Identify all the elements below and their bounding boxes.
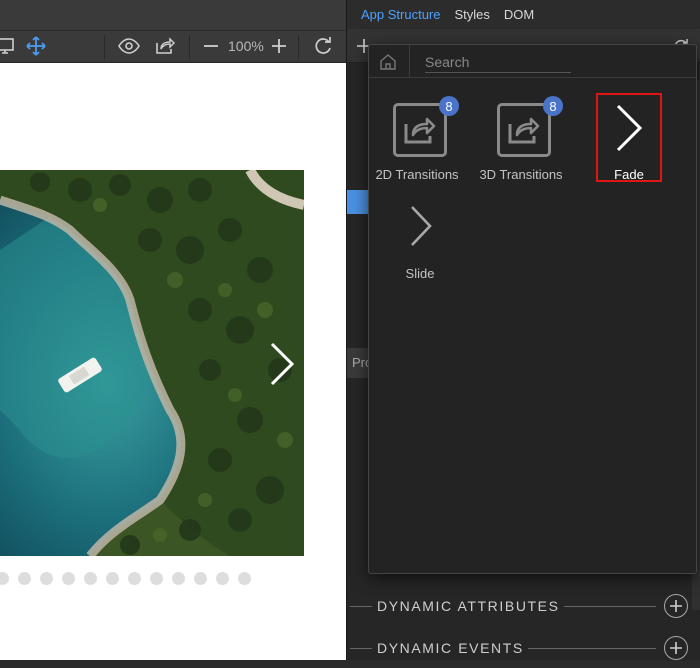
item-icon-frame bbox=[497, 103, 551, 157]
pagination-dot[interactable] bbox=[40, 572, 53, 585]
dynamic-attributes-section: DYNAMIC ATTRIBUTES bbox=[346, 586, 700, 626]
pagination-dot[interactable] bbox=[128, 572, 141, 585]
zoom-out-icon[interactable] bbox=[198, 33, 224, 59]
pagination-dot[interactable] bbox=[84, 572, 97, 585]
item-label: 3D Transitions bbox=[479, 167, 563, 182]
chevron-right-icon bbox=[616, 104, 643, 152]
slider-next-arrow[interactable] bbox=[266, 340, 298, 388]
pagination-dot[interactable] bbox=[194, 572, 207, 585]
pagination-dot[interactable] bbox=[238, 572, 251, 585]
selected-node-indicator bbox=[347, 190, 369, 214]
toolbar-divider bbox=[104, 35, 105, 59]
chevron-right-icon bbox=[411, 206, 432, 246]
item-label: Fade bbox=[614, 167, 644, 182]
panel-tabs: App Structure Styles DOM bbox=[347, 0, 700, 29]
popup-header bbox=[369, 45, 696, 78]
divider bbox=[564, 605, 656, 607]
home-icon[interactable] bbox=[378, 52, 398, 72]
divider bbox=[409, 45, 410, 78]
pagination-dot[interactable] bbox=[18, 572, 31, 585]
tab-dom[interactable]: DOM bbox=[504, 7, 534, 22]
pagination-dot[interactable] bbox=[172, 572, 185, 585]
item-slide[interactable]: Slide bbox=[372, 194, 468, 284]
slider-image bbox=[0, 170, 304, 556]
item-fade[interactable]: Fade bbox=[581, 95, 677, 185]
dynamic-events-section: DYNAMIC EVENTS bbox=[346, 628, 700, 668]
pagination-dot[interactable] bbox=[0, 572, 9, 585]
zoom-in-icon[interactable] bbox=[266, 33, 292, 59]
search-input[interactable] bbox=[425, 51, 571, 73]
effects-picker-popup: 8 2D Transitions 8 3D Transitions Fade S… bbox=[368, 44, 697, 574]
canvas-toolbar: 100% bbox=[0, 0, 346, 63]
count-badge: 8 bbox=[543, 96, 563, 116]
count-badge: 8 bbox=[439, 96, 459, 116]
design-canvas[interactable]: 100% bbox=[0, 0, 346, 660]
pagination-dot[interactable] bbox=[106, 572, 119, 585]
move-icon[interactable] bbox=[23, 33, 49, 59]
share-icon[interactable] bbox=[152, 33, 178, 59]
section-label: DYNAMIC ATTRIBUTES bbox=[377, 598, 560, 614]
eye-icon[interactable] bbox=[116, 33, 142, 59]
share-icon bbox=[404, 117, 436, 144]
item-3d-transitions[interactable]: 8 3D Transitions bbox=[473, 95, 569, 185]
tab-styles[interactable]: Styles bbox=[455, 7, 490, 22]
divider bbox=[528, 647, 656, 649]
item-label: Slide bbox=[405, 266, 435, 281]
divider bbox=[350, 605, 372, 607]
add-dynamic-event-button[interactable] bbox=[664, 636, 688, 660]
toolbar-divider bbox=[189, 35, 190, 59]
pagination-dot[interactable] bbox=[62, 572, 75, 585]
toolbar-divider bbox=[298, 35, 299, 59]
add-dynamic-attribute-button[interactable] bbox=[664, 594, 688, 618]
divider bbox=[350, 647, 372, 649]
slider-pagination bbox=[0, 572, 251, 585]
item-label: 2D Transitions bbox=[375, 167, 459, 182]
pagination-dot[interactable] bbox=[216, 572, 229, 585]
refresh-icon[interactable] bbox=[310, 33, 336, 59]
share-icon bbox=[508, 117, 540, 144]
zoom-level: 100% bbox=[228, 38, 264, 54]
monitor-icon[interactable] bbox=[0, 33, 18, 59]
item-2d-transitions[interactable]: 8 2D Transitions bbox=[369, 95, 465, 185]
section-label: DYNAMIC EVENTS bbox=[377, 640, 524, 656]
item-icon-frame bbox=[393, 103, 447, 157]
pagination-dot[interactable] bbox=[150, 572, 163, 585]
tab-app-structure[interactable]: App Structure bbox=[361, 7, 441, 22]
